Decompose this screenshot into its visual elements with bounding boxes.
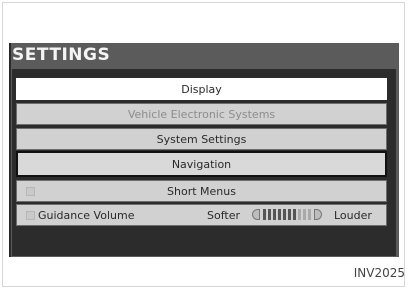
volume-slider[interactable] [252,208,330,221]
guidance-volume-label: Guidance Volume [38,208,135,222]
slider-left-cap [252,209,260,220]
volume-bar [263,209,266,220]
figure-code: INV2025 [353,266,405,280]
guidance-volume-checkbox[interactable] [26,211,35,220]
slider-right-cap [314,209,322,220]
volume-bar [268,209,271,220]
volume-softer-label: Softer [207,208,240,222]
menu-item-display[interactable]: Display [16,78,387,100]
volume-louder-label: Louder [334,208,372,222]
slider-bars [261,209,313,220]
volume-bar [298,209,301,220]
short-menus-checkbox[interactable] [26,187,35,196]
menu-item-system-settings[interactable]: System Settings [16,128,387,150]
menu-item-label: System Settings [156,132,247,146]
guidance-volume-row[interactable]: Guidance Volume Softer Louder [16,204,387,226]
menu-item-label: Short Menus [167,184,236,198]
volume-bar [308,209,311,220]
screen-title: SETTINGS [12,45,111,65]
volume-bar [293,209,296,220]
volume-bar [288,209,291,220]
volume-bar [283,209,286,220]
menu-item-label: Navigation [171,157,232,171]
volume-bar [278,209,281,220]
menu-item-vehicle-electronic-systems: Vehicle Electronic Systems [16,103,387,125]
menu-item-label: Vehicle Electronic Systems [127,107,276,121]
menu-item-short-menus[interactable]: Short Menus [16,180,387,202]
volume-bar [273,209,276,220]
menu-item-label: Display [181,82,222,96]
volume-bar [303,209,306,220]
menu-item-navigation[interactable]: Navigation [16,151,387,177]
